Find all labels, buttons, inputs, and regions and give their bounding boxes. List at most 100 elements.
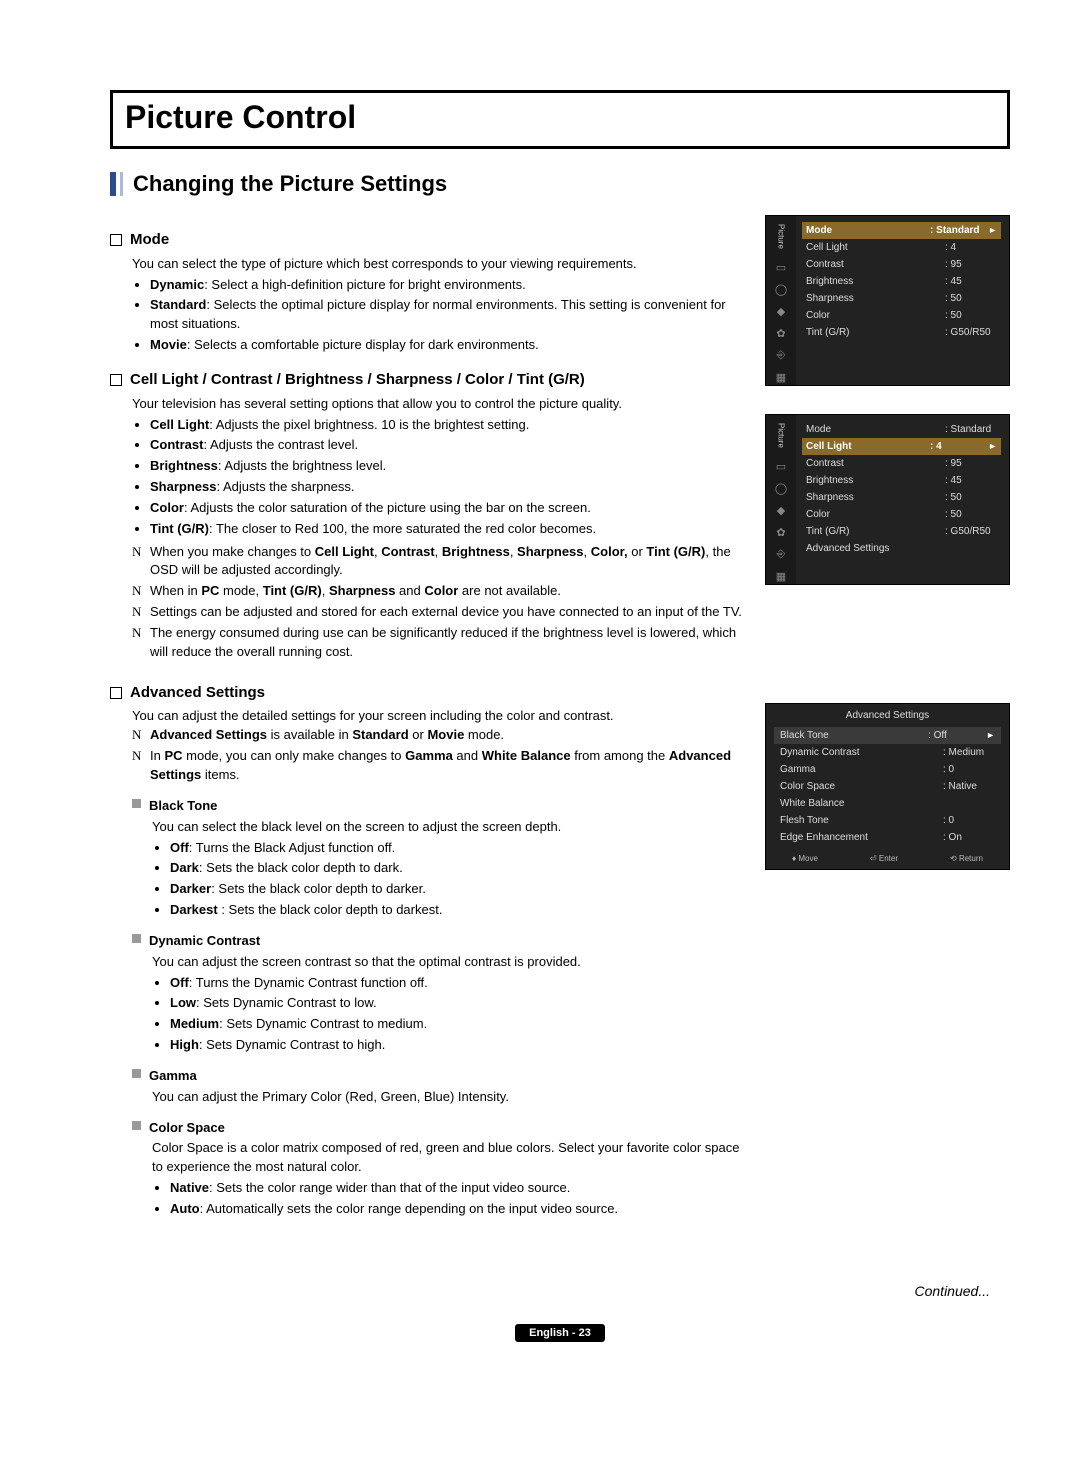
main-content: Mode You can select the type of picture … bbox=[110, 215, 747, 1223]
osd-content: Mode: Standard►Cell Light: 4Contrast: 95… bbox=[796, 216, 1009, 385]
subtitle: Changing the Picture Settings bbox=[133, 171, 447, 197]
list-item: Brightness: Adjusts the brightness level… bbox=[150, 457, 747, 476]
osd-row: Flesh Tone : 0 bbox=[774, 812, 1001, 829]
osd-row: Contrast: 95 bbox=[802, 256, 1001, 273]
osd-footer: ♦ Move ⏎ Enter ⟲ Return bbox=[766, 850, 1009, 869]
osd-row: Sharpness : 50 bbox=[802, 489, 1001, 506]
adv-heading: Advanced Settings bbox=[110, 682, 747, 704]
osd-row-label: Dynamic Contrast bbox=[780, 747, 859, 758]
black-tone-intro: You can select the black level on the sc… bbox=[152, 818, 747, 837]
page-number: English - 23 bbox=[515, 1324, 605, 1342]
osd-row-value: : 4 bbox=[945, 242, 997, 253]
osd-row: Color : 50 bbox=[802, 506, 1001, 523]
app-icon: ▦ bbox=[774, 371, 788, 385]
osd-row-label: Color bbox=[806, 310, 830, 321]
osd-row-label: Mode bbox=[806, 424, 831, 435]
gamma-intro: You can adjust the Primary Color (Red, G… bbox=[152, 1088, 747, 1107]
list-item: Off: Turns the Dynamic Contrast function… bbox=[170, 974, 747, 993]
osd-row-label: Tint (G/R) bbox=[806, 327, 850, 338]
osd-row-value: : 0 bbox=[943, 815, 995, 826]
osd-row-label: Sharpness bbox=[806, 293, 854, 304]
osd-row-value: : 4 bbox=[930, 441, 982, 452]
osd-row-label: Sharpness bbox=[806, 492, 854, 503]
osd-row-label: Contrast bbox=[806, 458, 844, 469]
osd-row: Cell Light : 4 ► bbox=[802, 438, 1001, 455]
input-icon: ⎆ bbox=[774, 548, 788, 562]
osd-row-label: Brightness bbox=[806, 475, 853, 486]
subtitle-row: Changing the Picture Settings bbox=[110, 171, 1010, 197]
osd-content: Mode: Standard Cell Light : 4 ► Contrast : 95… bbox=[796, 415, 1009, 584]
osd-row-value: : Off bbox=[928, 730, 980, 741]
page-title: Picture Control bbox=[125, 99, 995, 136]
list-item: Low: Sets Dynamic Contrast to low. bbox=[170, 994, 747, 1013]
list-item: Dynamic: Select a high-definition pictur… bbox=[150, 276, 747, 295]
osd-row-label: Flesh Tone bbox=[780, 815, 829, 826]
square-bullet-icon bbox=[132, 1121, 141, 1130]
osd-row: Mode: Standard bbox=[802, 421, 1001, 438]
osd-row: Tint (G/R): G50/R50 bbox=[802, 523, 1001, 540]
osd-row-label: Cell Light bbox=[806, 441, 852, 452]
osd-row-label: Tint (G/R) bbox=[806, 526, 850, 537]
note: N Advanced Settings is available in Stan… bbox=[132, 726, 747, 745]
osd-row-value: : 95 bbox=[945, 259, 997, 270]
osd-row-value: : 95 bbox=[945, 458, 997, 469]
list-item: Color: Adjusts the color saturation of t… bbox=[150, 499, 747, 518]
osd-row: Sharpness: 50 bbox=[802, 290, 1001, 307]
chevron-right-icon: ► bbox=[986, 730, 995, 741]
osd-row: Advanced Settings bbox=[802, 540, 1001, 557]
accent-bar bbox=[110, 172, 116, 196]
osd-column: Picture ▭ ◯ ◆ ✿ ⎆ ▦ Mode: Standard►Cell … bbox=[765, 215, 1010, 1223]
black-tone-heading: Black Tone bbox=[132, 797, 747, 816]
osd-tab: Picture bbox=[777, 419, 786, 452]
mode-options: Dynamic: Select a high-definition pictur… bbox=[132, 276, 747, 355]
list-item: Sharpness: Adjusts the sharpness. bbox=[150, 478, 747, 497]
osd-row-label: White Balance bbox=[780, 798, 844, 809]
cspace-intro: Color Space is a color matrix composed o… bbox=[152, 1139, 747, 1177]
list-item: Off: Turns the Black Adjust function off… bbox=[170, 839, 747, 858]
osd-row: Contrast : 95 bbox=[802, 455, 1001, 472]
osd-panel-2: Picture ▭ ◯ ◆ ✿ ⎆ ▦ Mode: StandardCell L… bbox=[765, 414, 1010, 585]
osd-row-value: : 50 bbox=[945, 492, 997, 503]
box-bullet-icon bbox=[110, 374, 122, 386]
osd-row-value: : On bbox=[943, 832, 995, 843]
osd-return-hint: ⟲ Return bbox=[950, 854, 983, 863]
list-item: Darker: Sets the black color depth to da… bbox=[170, 880, 747, 899]
osd-row: Brightness: 45 bbox=[802, 472, 1001, 489]
osd-advanced-panel: Advanced Settings Black Tone: Off►Dynami… bbox=[765, 703, 1010, 870]
chevron-right-icon: ► bbox=[988, 441, 997, 452]
osd-row-value: : Native bbox=[943, 781, 995, 792]
osd-row: Color: 50 bbox=[802, 307, 1001, 324]
box-bullet-icon bbox=[110, 234, 122, 246]
osd-tab: Picture bbox=[777, 220, 786, 253]
osd-row-label: Color bbox=[806, 509, 830, 520]
osd-row: Color Space: Native bbox=[774, 778, 1001, 795]
list-item: Tint (G/R): The closer to Red 100, the m… bbox=[150, 520, 747, 539]
list-item: Auto: Automatically sets the color range… bbox=[170, 1200, 747, 1219]
adv-intro: You can adjust the detailed settings for… bbox=[132, 707, 747, 726]
osd-row: Edge Enhancement : On bbox=[774, 829, 1001, 846]
note: NThe energy consumed during use can be s… bbox=[132, 624, 747, 662]
osd-row-label: Edge Enhancement bbox=[780, 832, 868, 843]
osd-sidebar: Picture ▭ ◯ ◆ ✿ ⎆ ▦ bbox=[766, 415, 796, 584]
osd-row-value: : 0 bbox=[943, 764, 995, 775]
osd-adv-title: Advanced Settings bbox=[766, 704, 1009, 727]
square-bullet-icon bbox=[132, 1069, 141, 1078]
osd-row-value bbox=[943, 798, 995, 809]
osd-row-value: : 50 bbox=[945, 509, 997, 520]
osd-row: Dynamic Contrast: Medium bbox=[774, 744, 1001, 761]
picture-icon: ▭ bbox=[774, 460, 788, 474]
osd-row-label: Advanced Settings bbox=[806, 543, 889, 554]
osd-row-label: Mode bbox=[806, 225, 832, 236]
page-footer: English - 23 bbox=[110, 1323, 1010, 1342]
osd-row-label: Gamma bbox=[780, 764, 816, 775]
setup-icon: ✿ bbox=[774, 526, 788, 540]
osd-row-label: Brightness bbox=[806, 276, 853, 287]
list-item: High: Sets Dynamic Contrast to high. bbox=[170, 1036, 747, 1055]
list-item: Darkest : Sets the black color depth to … bbox=[170, 901, 747, 920]
black-tone-options: Off: Turns the Black Adjust function off… bbox=[152, 839, 747, 920]
list-item: Dark: Sets the black color depth to dark… bbox=[170, 859, 747, 878]
note: N When you make changes to Cell Light, C… bbox=[132, 543, 747, 581]
accent-bar-light bbox=[120, 172, 123, 196]
dyn-contrast-intro: You can adjust the screen contrast so th… bbox=[152, 953, 747, 972]
osd-move-hint: ♦ Move bbox=[792, 854, 818, 863]
